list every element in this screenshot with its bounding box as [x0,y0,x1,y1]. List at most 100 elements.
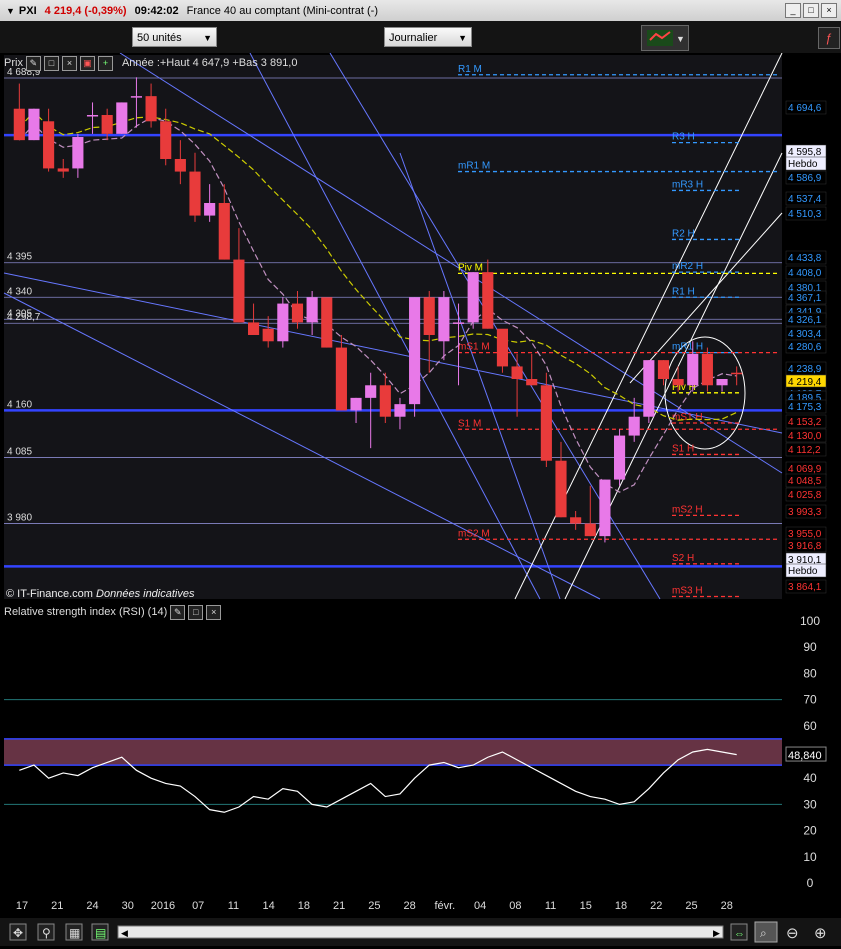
dropdown-arrow-icon[interactable]: ▼ [6,6,15,16]
price-change: 4 219,4 (-0,39%) [44,4,127,17]
candle-body [247,322,260,335]
function-icon[interactable]: ƒ [818,27,840,49]
candle-body [570,517,582,524]
price-tag: 4 433,8 [788,253,822,264]
x-axis-label: 18 [615,900,627,912]
rsi-tick-label: 90 [803,640,817,654]
pivot-label: mR1 M [458,161,490,172]
candle-body [511,366,523,379]
x-axis-label: 07 [192,900,204,912]
rsi-tick-label: 60 [803,719,817,733]
palette-icon[interactable]: ▤ [91,923,109,941]
units-select[interactable]: 50 unités ▼ [132,27,217,47]
bottom-toolbar: ✥ ⚲ ▦ ▤ ◀ ▶ ⇔ ⌕ ⊖ ⊕ [0,918,841,946]
price-tag: 4 112,2 [788,445,821,456]
period-select[interactable]: Journalier ▼ [384,27,472,47]
close-button[interactable]: × [821,3,837,18]
scrollbar[interactable]: ◀ ▶ [117,925,724,939]
arrows-icon[interactable]: ✥ [9,923,27,941]
pivot-label: mS3 H [672,585,703,596]
level-label: 4 160 [7,399,32,410]
copyright-label: © IT-Finance.com [6,588,93,600]
candle-body [13,108,25,141]
rsi-band [4,738,782,766]
candle-body [409,297,421,405]
candle-body [28,108,40,141]
price-tag: 4 694,6 [788,103,822,114]
svg-text:▶: ▶ [713,928,720,938]
symbol-label[interactable]: PXI [19,5,37,17]
chart-area[interactable]: 4 688,9 4 395 4 340 4 305 4 298,7 4 160 4 085 3… [0,52,841,946]
pivot-label: mR2 H [672,261,703,272]
candle-body [628,416,640,436]
candle-body [130,96,143,98]
save-icon[interactable]: ▣ [79,55,95,71]
chart-tools-button[interactable]: ▼ [641,25,689,51]
svg-text:⇔: ⇔ [734,928,745,940]
candle-body [438,297,450,342]
pivot-label: R2 H [672,228,695,239]
price-tag: 4 153,2 [788,417,822,428]
x-axis-label: 25 [685,900,697,912]
price-tag: 4 238,9 [788,364,822,375]
disclaimer-label: Données indicatives [96,588,195,600]
level-label: 4 085 [7,447,32,458]
pivot-label: S2 H [672,553,694,564]
units-value: 50 unités [137,32,182,44]
price-tag: 4 595,8 [788,147,822,158]
zoom-fit-icon[interactable]: ⇔ [730,923,748,941]
price-tag: 4 303,4 [788,329,822,340]
svg-text:▼: ▼ [676,34,685,44]
svg-text:▦: ▦ [69,926,80,940]
wrench-icon[interactable]: ✎ [170,604,186,620]
price-tag: 4 130,0 [788,431,822,442]
candle-body [262,328,274,342]
title-bar: ▼ PXI 4 219,4 (-0,39%) 09:42:02 France 4… [0,0,841,22]
wrench-icon[interactable]: ✎ [25,55,41,71]
svg-text:✥: ✥ [13,926,23,940]
candle-body [599,479,611,537]
candle-body [321,297,333,348]
x-axis-label: févr. [434,900,455,912]
x-axis-label: 30 [122,900,134,912]
price-panel-bg [4,55,782,599]
window-icon[interactable]: □ [188,604,204,620]
close-icon[interactable]: × [61,55,77,71]
candle-body [716,379,728,386]
price-panel-label: Prix [4,57,23,69]
candle-body [379,385,391,417]
x-axis-label: 18 [298,900,310,912]
price-tag: 4 510,3 [788,209,822,220]
pivot-label: S1 H [672,443,694,454]
maximize-button[interactable]: □ [803,3,819,18]
x-axis-label: 24 [86,900,98,912]
candle-body [643,360,655,417]
period-value: Journalier [389,32,438,44]
window-icon[interactable]: □ [43,55,59,71]
zoom-out-icon[interactable]: ⊖ [786,925,799,942]
price-tag: 4 219,4 [788,377,822,388]
magnet-icon[interactable]: ⚲ [37,923,55,941]
zoom-in-icon[interactable]: ⊕ [814,925,827,942]
x-axis-label: 11 [228,900,239,912]
x-axis-label: 17 [16,900,28,912]
pivot-label: Piv M [458,262,483,273]
add-icon[interactable]: + [97,55,113,71]
pivot-label: mS2 H [672,504,703,515]
price-tag: 4 175,3 [788,402,822,413]
candle-body [701,353,713,386]
price-chart-svg[interactable]: 4 688,94 3954 3404 3054 298,74 1604 0853… [0,52,841,946]
x-axis-label: 14 [263,900,275,912]
price-tag: 3 955,0 [788,529,822,540]
x-axis-label: 04 [474,900,486,912]
candle-body [160,121,172,159]
candle-body [657,360,670,379]
grid-icon[interactable]: ▦ [65,923,83,941]
bottom-toolbar-svg: ✥ ⚲ ▦ ▤ ◀ ▶ ⇔ ⌕ ⊖ ⊕ [9,921,827,943]
zoom-select-icon[interactable]: ⌕ [754,921,778,943]
minimize-button[interactable]: _ [785,3,801,18]
close-icon[interactable]: × [206,604,222,620]
candle-body [86,115,99,117]
chart-tools-icon: ▼ [647,30,685,46]
candle-body [540,385,552,461]
